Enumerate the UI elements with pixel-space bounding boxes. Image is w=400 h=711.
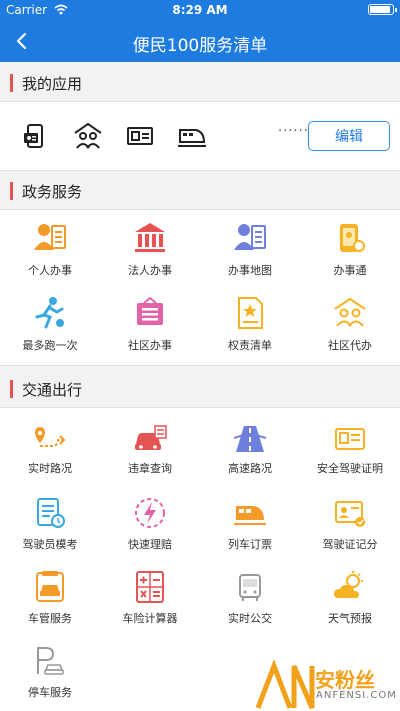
grid-item-label: 社区办事 — [128, 339, 172, 352]
community-icon — [334, 297, 366, 327]
person-map-icon — [234, 224, 266, 250]
section-accent — [10, 380, 13, 398]
grid-item-label: 法人办事 — [128, 264, 172, 277]
grid-item-label: 车险计算器 — [122, 612, 178, 625]
grid-item-community[interactable]: 社区办事 — [100, 295, 200, 353]
grid-item-label: 社区代办 — [328, 339, 372, 352]
grid-item-driver-exam[interactable]: 驾驶员模考 — [0, 496, 100, 552]
train-ticket-icon — [234, 506, 266, 525]
highway-icon — [233, 426, 267, 452]
id-card-phone-icon[interactable] — [20, 120, 52, 152]
grid-item-label: 违章查询 — [128, 462, 172, 475]
grid-item-parking[interactable]: 停车服务 — [0, 644, 100, 700]
status-bar: Carrier 8:29 AM — [0, 0, 400, 20]
grid-item-label: 快速理赔 — [128, 538, 172, 551]
section-header-traffic: 交通出行 — [0, 370, 400, 406]
my-apps-panel: ······ 编辑 — [0, 101, 400, 171]
grid-item-personal[interactable]: 个人办事 — [0, 220, 100, 278]
runner-icon — [35, 297, 64, 329]
grid-item-label: 个人办事 — [28, 264, 72, 277]
more-dots: ······ — [278, 124, 309, 139]
grid-item-run-once[interactable]: 最多跑一次 — [0, 295, 100, 353]
grid-item-safe-driving[interactable]: 安全驾驶证明 — [300, 424, 400, 476]
building-icon — [135, 223, 165, 252]
train-icon[interactable] — [176, 120, 208, 152]
grid-item-label: 驾驶证记分 — [322, 538, 378, 551]
person-doc-icon — [34, 224, 66, 250]
car-service-icon — [36, 571, 64, 602]
license-score-icon — [335, 501, 365, 527]
grid-item-label: 车管服务 — [28, 612, 72, 625]
family-icon[interactable] — [72, 120, 104, 152]
grid-item-rights-list[interactable]: 权责清单 — [200, 295, 300, 353]
grid-item-live-bus[interactable]: 实时公交 — [200, 570, 300, 626]
section-header-government: 政务服务 — [0, 172, 400, 208]
grid-item-community-proxy[interactable]: 社区代办 — [300, 295, 400, 353]
grid-item-service-app[interactable]: 办事通 — [300, 220, 400, 278]
grid-item-weather[interactable]: 天气预报 — [300, 570, 400, 626]
grid-item-label: 驾驶员模考 — [22, 538, 78, 551]
star-doc-icon — [238, 297, 263, 329]
car-ticket-icon — [135, 425, 167, 450]
license-icon — [335, 428, 365, 450]
grid-item-license-score[interactable]: 驾驶证记分 — [300, 496, 400, 552]
grid-item-label: 权责清单 — [228, 339, 272, 352]
grid-item-highway[interactable]: 高速路况 — [200, 424, 300, 476]
grid-item-label: 天气预报 — [328, 612, 372, 625]
id-card-icon[interactable] — [124, 120, 156, 152]
section-header-my-apps: 我的应用 — [0, 64, 400, 100]
grid-item-label: 停车服务 — [28, 686, 72, 699]
grid-item-label: 办事地图 — [228, 264, 272, 277]
notice-board-icon — [137, 296, 163, 325]
grid-item-label: 办事通 — [333, 264, 367, 277]
grid-item-label: 列车订票 — [228, 538, 272, 551]
watermark-domain: ANFENSI.COM — [316, 690, 397, 701]
grid-item-legal[interactable]: 法人办事 — [100, 220, 200, 278]
bus-icon — [239, 574, 261, 601]
calculator-icon — [136, 571, 164, 603]
grid-item-label: 最多跑一次 — [22, 339, 78, 352]
parking-icon — [37, 647, 64, 675]
edit-button[interactable]: 编辑 — [308, 121, 390, 151]
route-icon — [35, 427, 66, 447]
grid-item-insurance-calc[interactable]: 车险计算器 — [100, 570, 200, 626]
section-accent — [10, 74, 13, 92]
grid-item-label: 安全驾驶证明 — [317, 462, 383, 475]
exam-icon — [37, 498, 65, 528]
grid-item-vehicle-service[interactable]: 车管服务 — [0, 570, 100, 626]
nav-bar: 便民100服务清单 — [0, 20, 400, 62]
grid-item-fast-claim[interactable]: 快速理赔 — [100, 496, 200, 552]
status-time: 8:29 AM — [172, 3, 228, 17]
grid-item-label: 实时路况 — [28, 462, 72, 475]
page-title: 便民100服务清单 — [132, 36, 268, 56]
phone-service-icon — [340, 224, 365, 252]
grid-item-train-ticket[interactable]: 列车订票 — [200, 496, 300, 552]
weather-icon — [334, 571, 363, 598]
section-accent — [10, 182, 13, 200]
grid-item-label: 实时公交 — [228, 612, 272, 625]
grid-item-label: 高速路况 — [228, 462, 272, 475]
grid-item-map[interactable]: 办事地图 — [200, 220, 300, 278]
section-title: 政务服务 — [22, 183, 83, 201]
section-title: 我的应用 — [22, 75, 83, 93]
watermark-brand: 安粉丝 — [315, 668, 375, 692]
lightning-icon — [135, 498, 165, 528]
battery-icon — [368, 4, 397, 15]
grid-item-violation[interactable]: 违章查询 — [100, 424, 200, 476]
grid-item-live-traffic[interactable]: 实时路况 — [0, 424, 100, 476]
government-panel: 个人办事 法人办事 办事地图 办事通 最多跑一次 社区办事 权责清单 社区代办 — [0, 209, 400, 366]
section-title: 交通出行 — [22, 381, 83, 399]
